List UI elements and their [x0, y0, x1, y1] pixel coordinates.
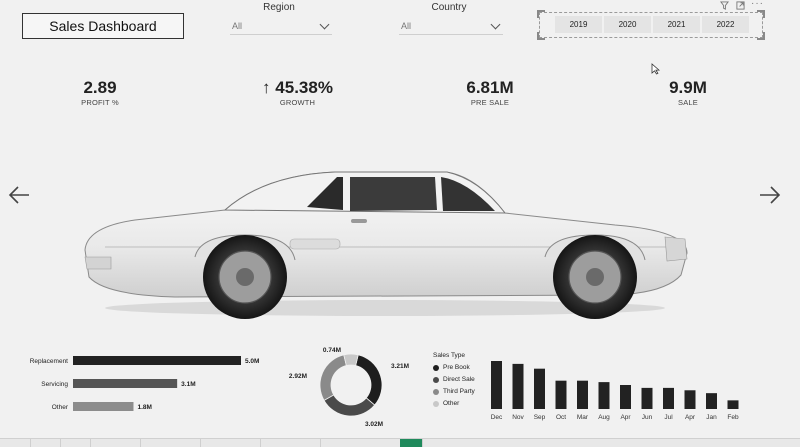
donut-data-label: 3.21M	[391, 363, 409, 370]
kpi-label: GROWTH	[279, 98, 316, 107]
donut-legend: Pre Book Direct Sale Third Party Other	[433, 364, 475, 407]
column-bar	[641, 387, 653, 409]
country-dropdown-value: All	[401, 21, 412, 31]
bar	[73, 356, 241, 365]
kpi-label: SALE	[678, 98, 698, 107]
bar-data-label: 3.1M	[181, 381, 195, 388]
region-filter-label: Region	[263, 2, 295, 13]
bar	[73, 402, 134, 411]
resize-handle[interactable]	[537, 32, 545, 40]
year-button-2020[interactable]: 2020	[604, 16, 651, 33]
resize-handle[interactable]	[757, 10, 765, 18]
column-bar	[577, 380, 588, 409]
arrow-left-icon[interactable]	[7, 183, 31, 207]
bar-data-label: 1.8M	[137, 404, 151, 411]
column-bar	[620, 385, 631, 409]
donut-data-label: 2.92M	[289, 373, 307, 380]
bar-category-label: Servicing	[41, 381, 68, 388]
page-title-box: Sales Dashboard	[22, 13, 184, 39]
year-label: 2022	[716, 20, 735, 29]
donut-slice	[355, 354, 383, 406]
month-tick-label: Apr	[685, 414, 696, 421]
bar	[73, 379, 178, 388]
month-tick-label: Apr	[620, 414, 631, 421]
legend-label: Direct Sale	[443, 376, 475, 383]
legend-dot	[433, 364, 439, 371]
year-label: 2020	[618, 20, 637, 29]
resize-handle[interactable]	[757, 32, 765, 40]
kpi-value: 45.38%	[275, 78, 333, 97]
month-tick-label: Jun	[642, 414, 653, 421]
bar-data-label: 5.0M	[245, 358, 259, 365]
month-tick-label: Oct	[556, 414, 566, 421]
year-button-2019[interactable]: 2019	[555, 16, 602, 33]
column-bar	[491, 361, 502, 409]
month-tick-label: Jul	[664, 414, 673, 421]
column-bar	[598, 382, 610, 409]
kpi-value: 2.89	[83, 78, 117, 97]
donut-slice	[343, 353, 359, 367]
bar-category-label: Other	[52, 404, 69, 411]
column-bar	[727, 400, 739, 409]
sales-donut-chart: 3.21M 3.02M 2.92M 0.74M	[289, 347, 409, 428]
more-options-icon[interactable]: ···	[751, 0, 764, 9]
year-label: 2021	[667, 20, 686, 29]
month-tick-label: Feb	[727, 414, 739, 421]
legend-dot	[433, 388, 439, 395]
legend-label: Pre Book	[443, 364, 470, 371]
arrow-right-icon[interactable]	[758, 183, 782, 207]
donut-data-label: 0.74M	[323, 347, 341, 354]
region-dropdown[interactable]: All	[230, 18, 332, 35]
month-tick-label: Nov	[512, 414, 524, 421]
legend-item[interactable]: Other	[433, 400, 475, 407]
legend-item[interactable]: Pre Book	[433, 364, 475, 371]
country-filter-label: Country	[431, 2, 467, 13]
chevron-down-icon	[490, 19, 501, 30]
kpi-profit: 2.89 PROFIT %	[60, 78, 140, 107]
legend-dot	[433, 400, 439, 407]
page-title: Sales Dashboard	[49, 18, 157, 34]
car-image	[84, 171, 688, 319]
region-dropdown-value: All	[232, 21, 243, 31]
kpi-growth: ↑ 45.38% GROWTH	[250, 78, 345, 107]
month-tick-label: Jan	[706, 414, 717, 421]
column-bar	[706, 393, 717, 409]
donut-slice	[319, 354, 347, 401]
kpi-sale: 9.9M SALE	[648, 78, 728, 107]
legend-item[interactable]: Third Party	[433, 388, 475, 395]
legend-dot	[433, 376, 439, 383]
kpi-label: PROFIT %	[81, 98, 119, 107]
kpi-value: 6.81M	[466, 78, 514, 97]
month-tick-label: Dec	[491, 414, 503, 421]
resize-handle[interactable]	[537, 10, 545, 18]
month-tick-label: Mar	[577, 414, 589, 421]
column-bar	[684, 390, 696, 409]
kpi-value-row: ↑ 45.38%	[250, 78, 345, 98]
legend-label: Third Party	[443, 388, 475, 395]
year-button-2022[interactable]: 2022	[702, 16, 749, 33]
mouse-cursor-icon	[651, 63, 660, 75]
chevron-down-icon	[319, 19, 330, 30]
year-button-2021[interactable]: 2021	[653, 16, 700, 33]
arrow-up-icon: ↑	[262, 78, 271, 97]
column-bar	[512, 363, 524, 409]
bar-category-label: Replacement	[30, 358, 68, 365]
kpi-pre-sale: 6.81M PRE SALE	[445, 78, 535, 107]
legend-title: Sales Type	[433, 352, 466, 359]
donut-data-label: 3.02M	[365, 421, 383, 428]
month-tick-label: Aug	[598, 414, 610, 421]
legend-label: Other	[443, 400, 460, 407]
monthly-sales-chart: Dec Nov Sep Oct Mar Aug Apr Jun Jul Apr Jan Feb	[491, 361, 739, 421]
month-tick-label: Sep	[534, 414, 546, 421]
kpi-value: 9.9M	[669, 78, 707, 97]
column-bar	[555, 380, 567, 409]
column-bar	[534, 368, 545, 409]
service-bar-chart: Replacement 5.0M Servicing 3.1M Other 1.8M	[30, 356, 259, 411]
legend-item[interactable]: Direct Sale	[433, 376, 475, 383]
year-label: 2019	[569, 20, 588, 29]
kpi-label: PRE SALE	[470, 98, 510, 107]
country-dropdown[interactable]: All	[399, 18, 503, 35]
column-bar	[663, 387, 674, 409]
